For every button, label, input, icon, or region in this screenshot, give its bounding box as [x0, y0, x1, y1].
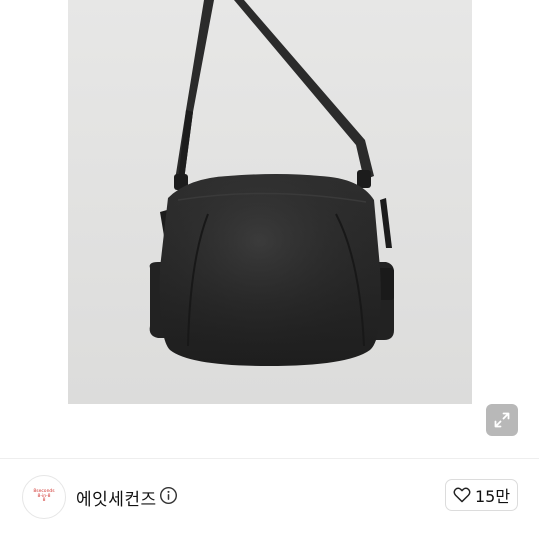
product-image[interactable] — [68, 0, 472, 404]
shop-name[interactable]: 에잇세컨즈 — [76, 485, 157, 510]
heart-outline-icon — [453, 487, 471, 503]
shop-bar: 8seconds 8-in-8 8 에잇세컨즈 15만 — [0, 459, 539, 539]
bag-illustration — [149, 0, 394, 366]
product-image-gallery — [0, 0, 539, 460]
like-button[interactable]: 15만 — [445, 479, 518, 511]
expand-icon — [494, 412, 510, 428]
shop-logo[interactable]: 8seconds 8-in-8 8 — [22, 475, 66, 519]
info-icon[interactable] — [159, 486, 178, 505]
like-count: 15만 — [474, 487, 511, 506]
expand-image-button[interactable] — [486, 404, 518, 436]
shop-logo-text-line: 8 — [42, 498, 46, 504]
